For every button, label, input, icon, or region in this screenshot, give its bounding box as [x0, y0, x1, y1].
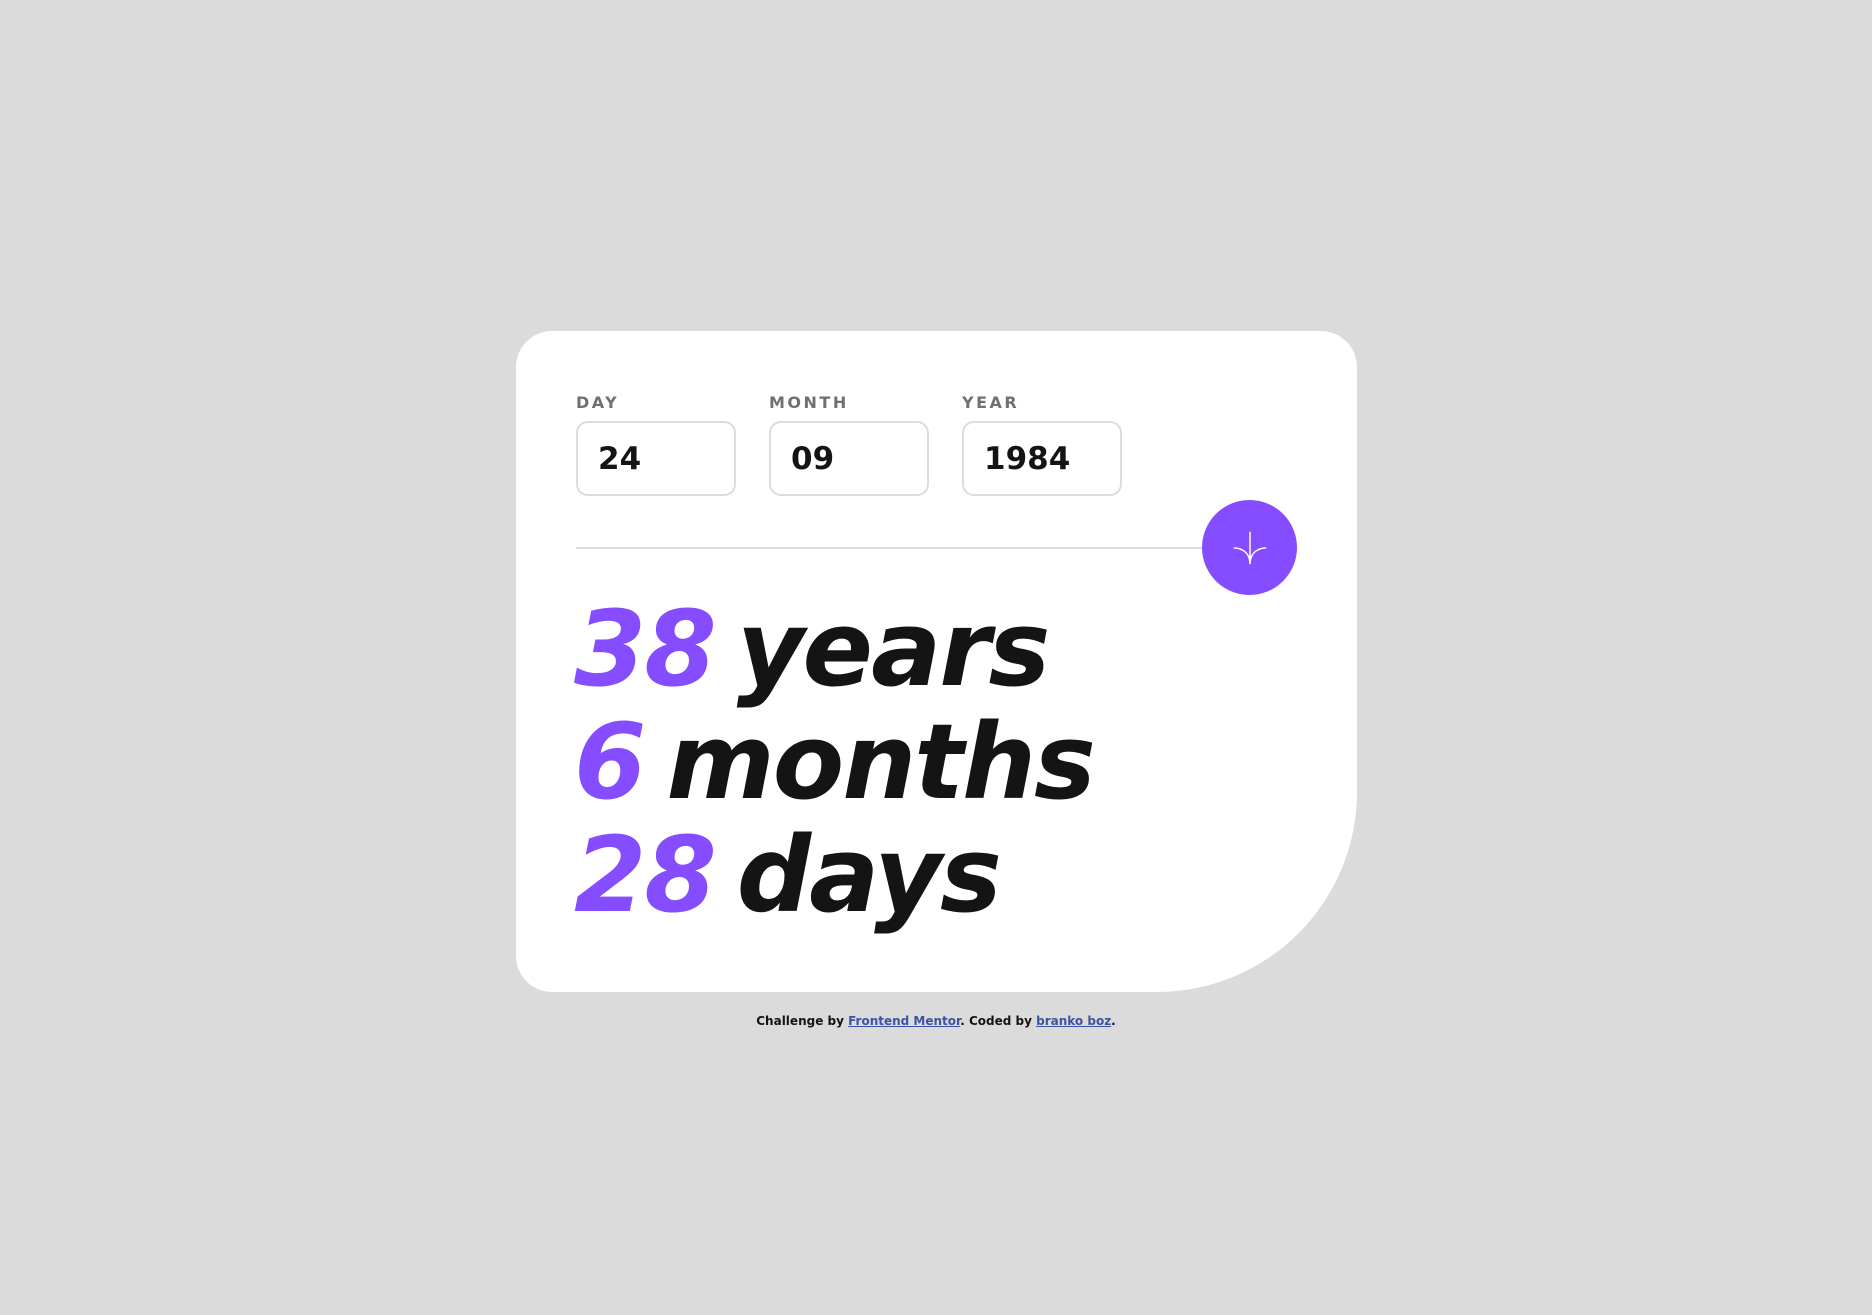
- days-unit: days: [736, 814, 1002, 936]
- months-value: 6: [574, 701, 646, 823]
- years-unit: years: [736, 588, 1051, 710]
- frontend-mentor-link[interactable]: Frontend Mentor: [848, 1014, 960, 1028]
- month-input[interactable]: [769, 421, 929, 496]
- page: DAY MONTH YEAR 38years: [0, 0, 1872, 1315]
- years-value: 38: [574, 588, 717, 710]
- year-input[interactable]: [962, 421, 1122, 496]
- result-months: 6 months: [574, 706, 1096, 819]
- author-link[interactable]: branko boz: [1036, 1014, 1111, 1028]
- result-days: 28 days: [574, 819, 1094, 932]
- year-label: YEAR: [962, 393, 1020, 412]
- days-value: 28: [574, 814, 717, 936]
- attribution: Challenge by Frontend Mentor. Coded by b…: [0, 1014, 1872, 1028]
- attribution-prefix: Challenge by: [756, 1014, 849, 1028]
- divider: [576, 547, 1216, 549]
- result-years: 38 years: [574, 593, 1094, 706]
- year-field: YEAR: [962, 393, 1122, 496]
- attribution-suffix: .: [1111, 1014, 1116, 1028]
- submit-button[interactable]: [1202, 500, 1297, 595]
- day-input[interactable]: [576, 421, 736, 496]
- attribution-middle: . Coded by: [960, 1014, 1037, 1028]
- arrow-down-icon: [1233, 531, 1266, 564]
- month-field: MONTH: [769, 393, 929, 496]
- age-calculator-card: DAY MONTH YEAR 38years: [516, 331, 1357, 992]
- results: 38 years 6 months 28 days: [574, 593, 1096, 932]
- months-unit: months: [666, 701, 1096, 823]
- month-label: MONTH: [769, 393, 849, 412]
- day-field: DAY: [576, 393, 736, 496]
- day-label: DAY: [576, 393, 620, 412]
- date-fields: DAY MONTH YEAR: [576, 393, 1122, 496]
